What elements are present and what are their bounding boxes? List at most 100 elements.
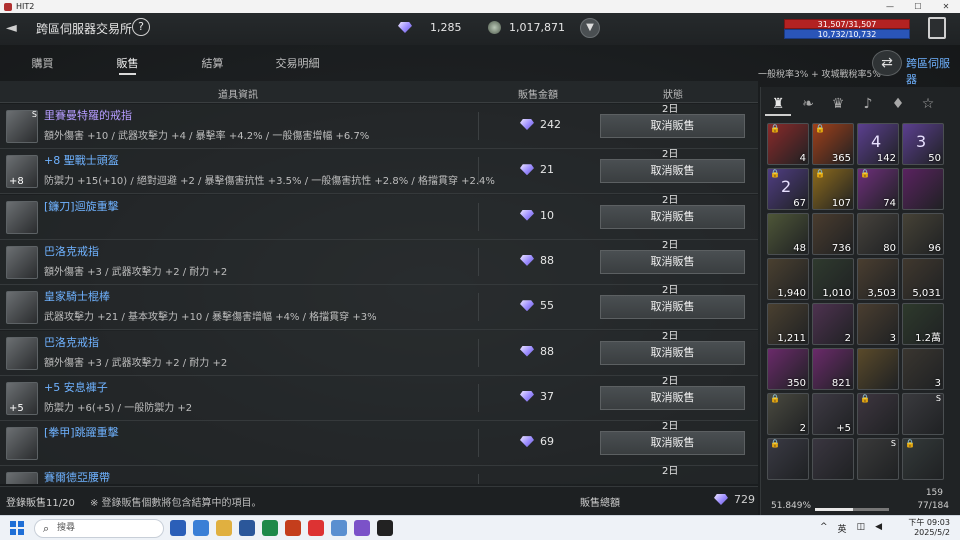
close-button[interactable]: ✕ <box>932 2 960 11</box>
windows-start-icon[interactable] <box>10 521 24 535</box>
price-value: 242 <box>540 118 561 131</box>
tab-3[interactable]: 交易明細 <box>255 47 340 75</box>
cancel-sale-button[interactable]: 取消販售 <box>600 295 745 320</box>
coin-count: 1,017,871 <box>509 21 565 34</box>
diamond-icon <box>520 119 534 130</box>
item-name: 巴洛克戒指 <box>44 335 99 349</box>
inventory-slot[interactable]: 1,211 <box>767 303 809 345</box>
tab-1[interactable]: 販售 <box>85 47 170 75</box>
gem-icon[interactable]: ♦ <box>885 92 911 116</box>
excel-icon[interactable] <box>262 520 278 536</box>
inventory-slot[interactable]: 🔒 <box>767 438 809 480</box>
minimize-button[interactable]: — <box>876 2 904 11</box>
diamond-icon <box>520 254 534 266</box>
inventory-slot[interactable]: 350 <box>902 123 944 165</box>
inventory-slot[interactable]: S <box>902 393 944 435</box>
item-icon[interactable] <box>6 336 38 370</box>
inventory-slot[interactable] <box>902 168 944 210</box>
inventory-slot[interactable] <box>857 348 899 390</box>
chevron-up-icon[interactable]: ^ <box>820 522 828 535</box>
table-row: [鐮刀]迴旋重擊 10 2日 取消販售 <box>0 194 758 240</box>
item-icon[interactable] <box>6 245 38 279</box>
inventory-slot[interactable]: 2 <box>812 303 854 345</box>
days-remaining: 2日 <box>662 330 679 342</box>
inventory-slot[interactable]: 2 🔒 67 <box>767 168 809 210</box>
inventory-slot[interactable]: 3 <box>857 303 899 345</box>
inventory-slot[interactable]: 🔒 107 <box>812 168 854 210</box>
item-icon[interactable]: S <box>6 110 38 143</box>
cancel-sale-button[interactable]: 取消販售 <box>600 159 745 184</box>
total-amount: 729 <box>734 493 755 506</box>
back-arrow-icon[interactable]: ◄ <box>6 21 28 35</box>
inventory-slot[interactable]: 🔒 74 <box>857 168 899 210</box>
inventory-slot[interactable]: 5,031 <box>902 258 944 300</box>
cancel-sale-button[interactable]: 取消販售 <box>600 431 745 456</box>
inventory-slot[interactable]: 3,503 <box>857 258 899 300</box>
inventory-slot[interactable]: 736 <box>812 213 854 255</box>
taskbar-search-input[interactable]: 搜尋 <box>34 519 164 538</box>
item-icon[interactable]: +5 <box>6 381 38 415</box>
inventory-slot[interactable]: 1,010 <box>812 258 854 300</box>
tab-2[interactable]: 結算 <box>170 47 255 75</box>
bag-icon[interactable]: ♜ <box>765 92 791 116</box>
enhance-level: +8 <box>9 176 24 188</box>
ime-indicator[interactable]: 英 <box>838 522 847 535</box>
inventory-slot[interactable]: 4 142 <box>857 123 899 165</box>
powerpoint-icon[interactable] <box>285 520 301 536</box>
inventory-slot[interactable]: 350 <box>767 348 809 390</box>
chevron-down-icon[interactable]: ▼ <box>580 18 600 38</box>
price-value: 88 <box>540 253 554 267</box>
clock[interactable]: 下午 09:03 2025/5/2 <box>908 518 950 538</box>
app-icon[interactable] <box>331 520 347 536</box>
inventory-slot[interactable]: 96 <box>902 213 944 255</box>
horn-icon[interactable]: ♪ <box>855 92 881 116</box>
game-app-icon[interactable] <box>377 520 393 536</box>
item-icon[interactable] <box>6 200 38 234</box>
item-icon[interactable] <box>6 472 38 484</box>
inventory-slot[interactable]: 🔒 365 <box>812 123 854 165</box>
star-icon[interactable]: ☆ <box>915 92 941 116</box>
cancel-sale-button[interactable]: 取消販售 <box>600 249 745 274</box>
inventory-slot[interactable]: 🔒 <box>857 393 899 435</box>
help-button[interactable]: ? <box>132 18 150 36</box>
inventory-slot[interactable]: S <box>857 438 899 480</box>
inventory-slot[interactable]: 3 <box>902 348 944 390</box>
inventory-slot[interactable]: 🔒 4 <box>767 123 809 165</box>
inventory-slot[interactable]: 🔒 2 <box>767 393 809 435</box>
inventory-slot[interactable]: 821 <box>812 348 854 390</box>
inventory-slot[interactable]: 48 <box>767 213 809 255</box>
inventory-slot[interactable]: 🔒 <box>902 438 944 480</box>
word-icon[interactable] <box>239 520 255 536</box>
folder-icon[interactable] <box>216 520 232 536</box>
inventory-slot[interactable]: 1,940 <box>767 258 809 300</box>
swap-arrows-icon[interactable]: ⇄ <box>872 50 902 76</box>
network-icon[interactable]: ◫ <box>857 522 866 535</box>
table-row: 皇家騎士棍棒 武器攻擊力 +21 / 基本攻擊力 +10 / 暴擊傷害增幅 +4%… <box>0 285 758 331</box>
cancel-sale-button[interactable]: 取消販售 <box>600 385 745 410</box>
lock-icon: 🔒 <box>770 394 780 403</box>
maximize-button[interactable]: ☐ <box>904 2 932 11</box>
diamond-icon <box>520 209 534 221</box>
tab-0[interactable]: 購買 <box>0 47 85 75</box>
cancel-sale-button[interactable]: 取消販售 <box>600 340 745 365</box>
crown-icon[interactable]: ♛ <box>825 92 851 116</box>
app-icon[interactable] <box>193 520 209 536</box>
page-title: 跨區伺服器交易所 <box>36 22 133 36</box>
item-icon[interactable]: +8 <box>6 155 38 189</box>
table-row: +5 +5 安息褲子 防禦力 +6(+5) / 一般防禦力 +2 37 2日 取消販售 <box>0 375 758 421</box>
taskview-icon[interactable] <box>170 520 186 536</box>
item-icon[interactable] <box>6 427 38 461</box>
chrome-icon[interactable] <box>308 520 324 536</box>
volume-icon[interactable]: ◀ <box>875 522 882 535</box>
item-icon[interactable] <box>6 291 38 325</box>
cancel-sale-button[interactable]: 取消販售 <box>600 204 745 229</box>
inventory-slot[interactable]: 1.2萬 <box>902 303 944 345</box>
inventory-slot[interactable] <box>812 438 854 480</box>
inventory-slot[interactable]: 80 <box>857 213 899 255</box>
cancel-sale-button[interactable]: 取消販售 <box>600 114 745 138</box>
exit-door-icon[interactable] <box>928 17 946 39</box>
inventory-slot[interactable]: +5 <box>812 393 854 435</box>
app-icon[interactable] <box>354 520 370 536</box>
leaf-icon[interactable]: ❧ <box>795 92 821 116</box>
cross-server-link[interactable]: 跨區伺服器 <box>906 55 960 87</box>
